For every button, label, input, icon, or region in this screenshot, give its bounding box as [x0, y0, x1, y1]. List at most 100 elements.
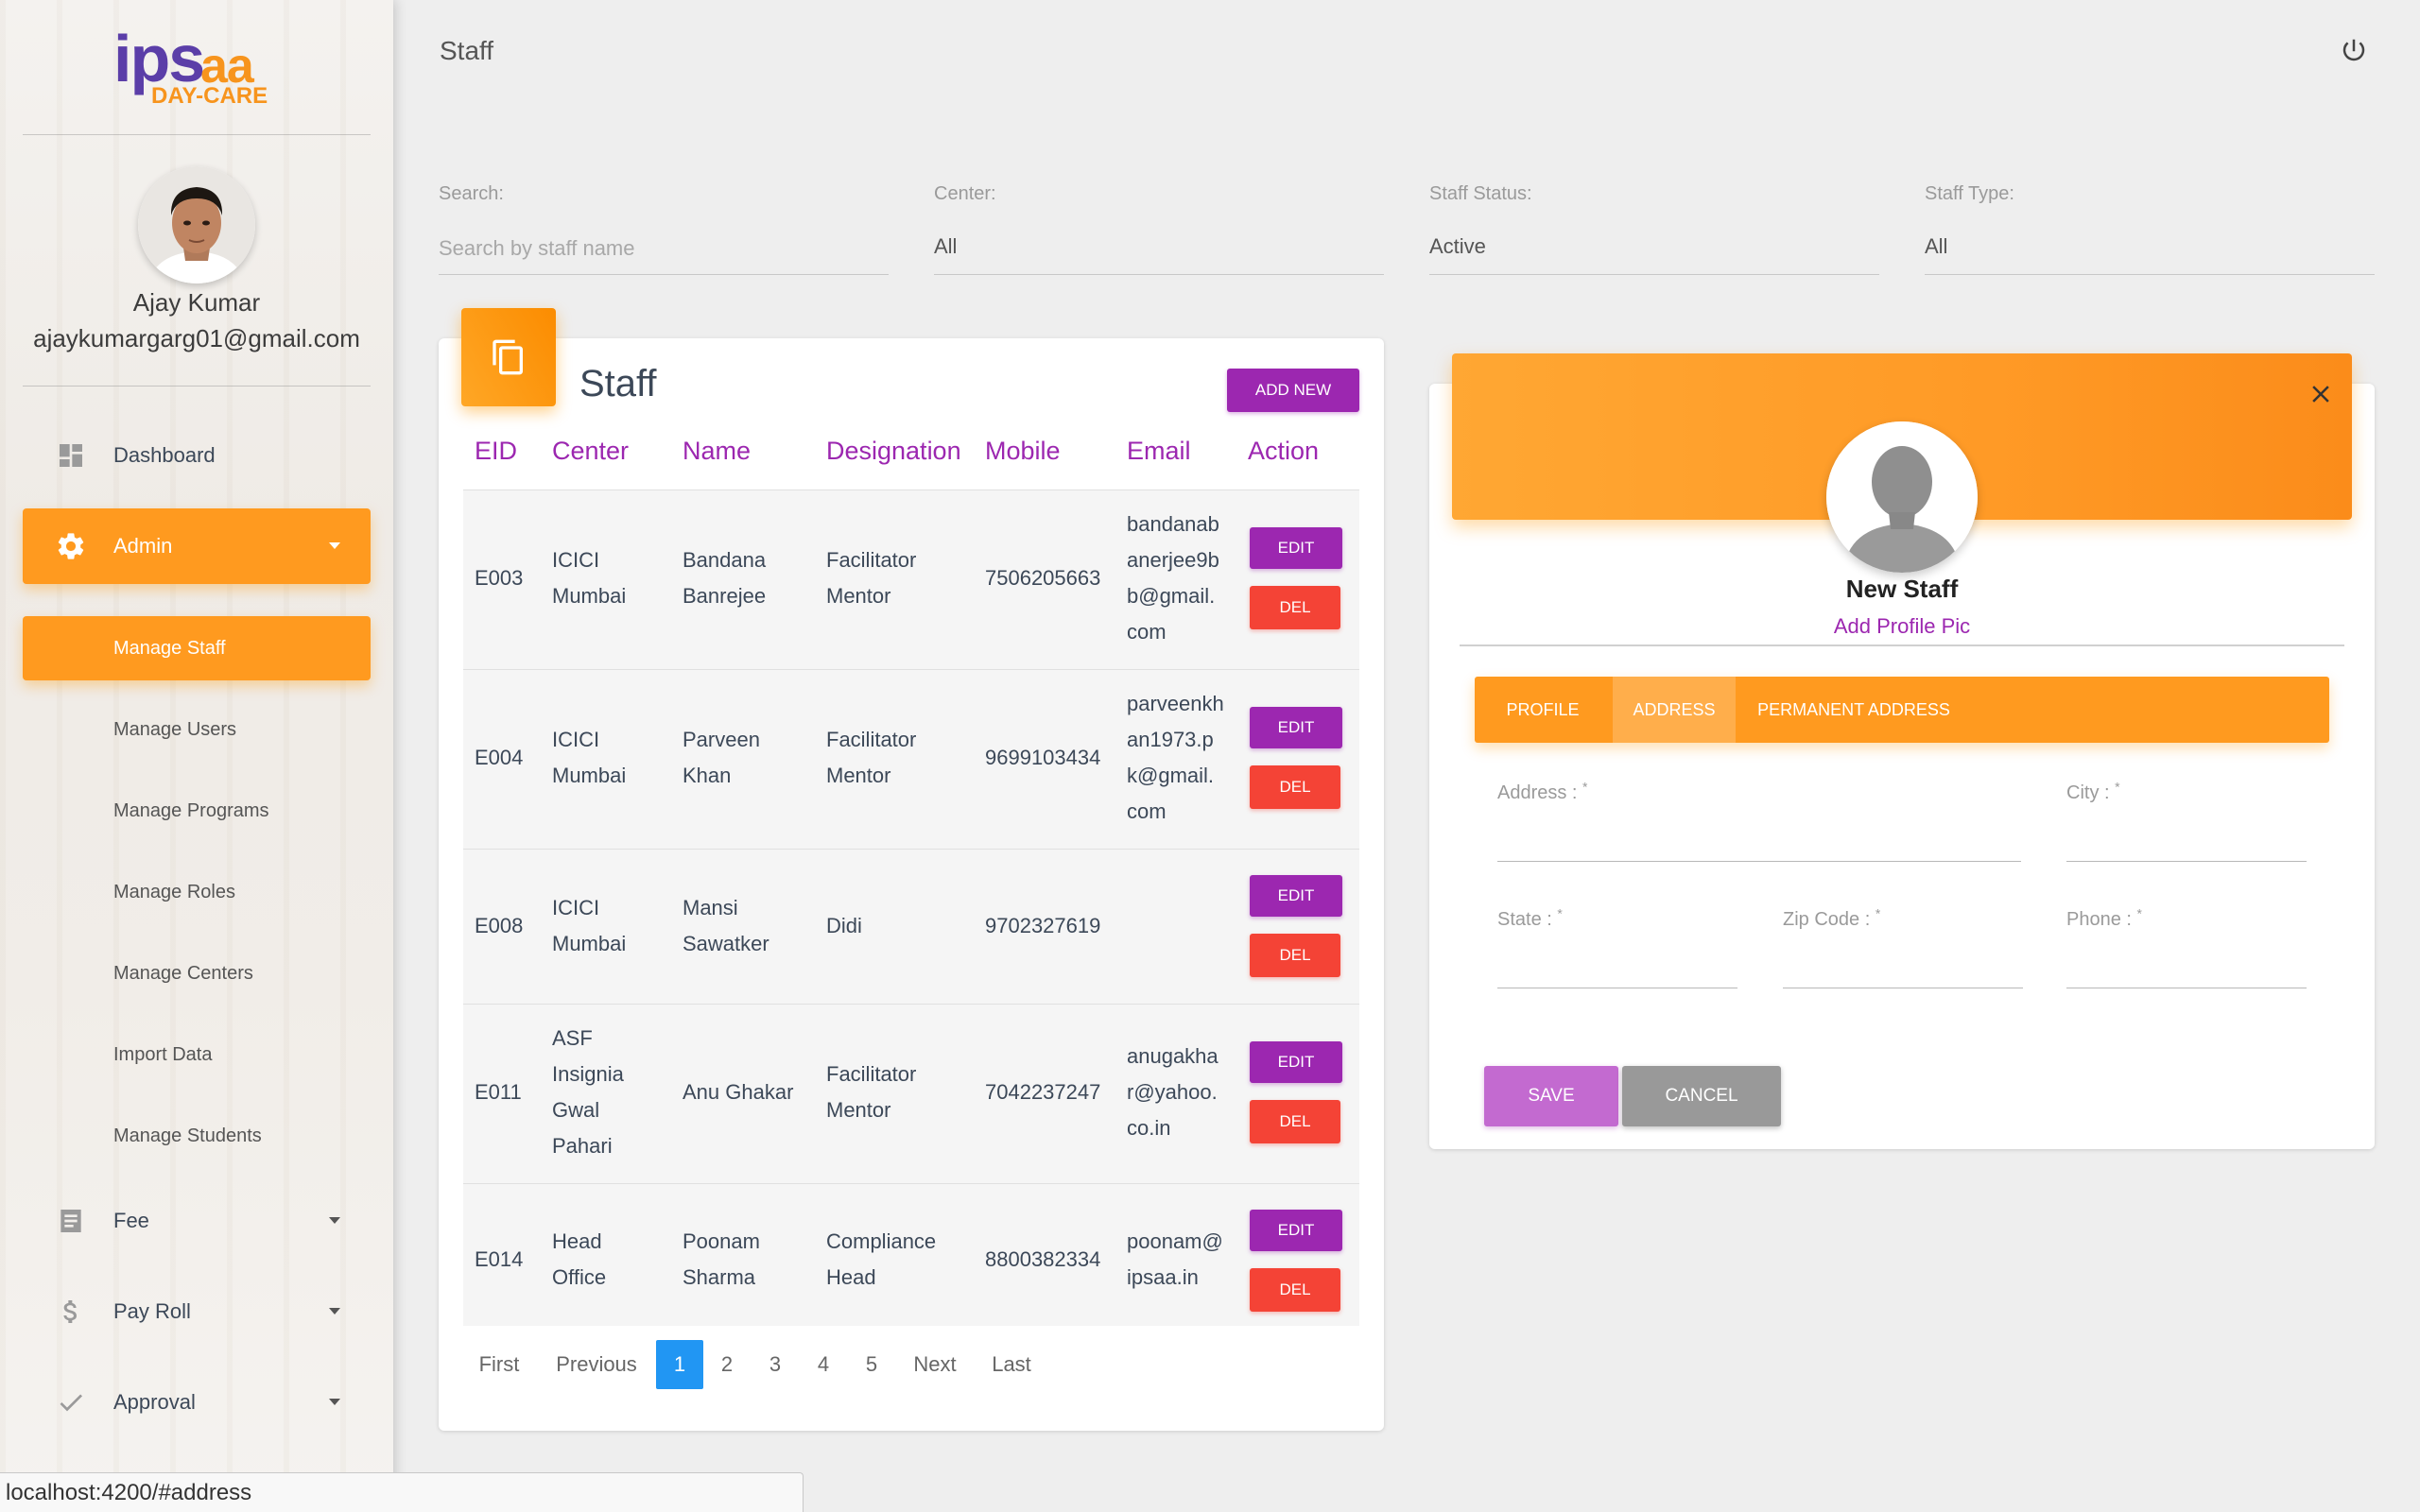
cell-designation: Facilitator Mentor	[826, 728, 917, 787]
sidebar-item-dashboard[interactable]: Dashboard	[23, 418, 371, 493]
zip-code-label: Zip Code : *	[1783, 905, 1881, 930]
pagination-next[interactable]: Next	[904, 1340, 966, 1389]
status-select[interactable]: Active	[1429, 234, 1486, 259]
type-select[interactable]: All	[1925, 234, 1947, 259]
pagination-previous[interactable]: Previous	[546, 1340, 647, 1389]
column-header-mobile[interactable]: Mobile	[985, 437, 1061, 466]
column-header-eid[interactable]: EID	[475, 437, 517, 466]
check-icon	[49, 1381, 93, 1424]
column-header-action: Action	[1248, 437, 1320, 465]
cell-name: Mansi Sawatker	[683, 896, 769, 955]
edit-button[interactable]: EDIT	[1250, 875, 1342, 917]
search-input[interactable]: Search by staff name	[439, 236, 635, 261]
address-label: Address : *	[1497, 779, 1588, 803]
state-field[interactable]: State : *	[1497, 905, 1737, 988]
row-divider	[463, 849, 1359, 850]
status-underline	[1429, 274, 1879, 275]
address-field[interactable]: Address : *	[1497, 779, 2021, 862]
sidebar-subitem-manage-students[interactable]: Manage Students	[23, 1104, 371, 1168]
column-header-center[interactable]: Center	[552, 437, 629, 466]
receipt-icon	[49, 1199, 93, 1243]
tab-permanent-address[interactable]: PERMANENT ADDRESS	[1736, 677, 1972, 743]
sidebar-subitem-import-data[interactable]: Import Data	[23, 1022, 371, 1087]
delete-button[interactable]: DEL	[1250, 586, 1340, 629]
city-field[interactable]: City : *	[2066, 779, 2307, 862]
chevron-down-icon	[329, 1217, 340, 1224]
sidebar-subitem-manage-roles[interactable]: Manage Roles	[23, 860, 371, 924]
pagination-page-4[interactable]: 4	[804, 1340, 843, 1389]
chevron-down-icon	[329, 1308, 340, 1314]
center-underline	[934, 274, 1384, 275]
cell-center: Head Office	[552, 1229, 607, 1289]
cell-mobile: 7506205663	[985, 566, 1101, 590]
cell-email: anugakha r@yahoo. co.in	[1127, 1044, 1219, 1140]
cell-name: Parveen Khan	[683, 728, 760, 787]
profile-avatar-placeholder[interactable]	[1826, 421, 1978, 573]
delete-button[interactable]: DEL	[1250, 1100, 1340, 1143]
pagination-last[interactable]: Last	[983, 1340, 1040, 1389]
column-header-name[interactable]: Name	[683, 437, 751, 466]
dollar-icon	[49, 1290, 93, 1333]
user-name: Ajay Kumar	[132, 288, 261, 317]
zip-code-field[interactable]: Zip Code : *	[1783, 905, 2023, 988]
sidebar-item-admin[interactable]: Admin	[23, 508, 371, 584]
edit-button[interactable]: EDIT	[1250, 707, 1342, 748]
sidebar-item-approval[interactable]: Approval	[23, 1365, 371, 1440]
edit-button[interactable]: EDIT	[1250, 1210, 1342, 1251]
sidebar-item-fee[interactable]: Fee	[23, 1183, 371, 1259]
cell-mobile: 9702327619	[985, 914, 1101, 937]
profile-divider	[1460, 644, 2344, 646]
pagination-first[interactable]: First	[469, 1340, 529, 1389]
sidebar-subitem-manage-centers[interactable]: Manage Centers	[23, 941, 371, 1005]
chevron-down-icon	[329, 1399, 340, 1405]
state-label: State : *	[1497, 905, 1563, 930]
cell-eid: E008	[475, 914, 524, 937]
cell-eid: E014	[475, 1247, 524, 1271]
search-filter: Search: Search by staff name	[439, 183, 889, 276]
type-filter: Staff Type: All	[1925, 183, 2375, 276]
tab-address[interactable]: ADDRESS	[1613, 677, 1736, 743]
cell-center: ICICI Mumbai	[552, 548, 627, 608]
cancel-button[interactable]: CANCEL	[1622, 1066, 1781, 1126]
cell-designation: Facilitator Mentor	[826, 548, 917, 608]
search-underline	[439, 274, 889, 275]
add-new-button[interactable]: ADD NEW	[1227, 369, 1359, 412]
sidebar-item-label: Admin	[113, 534, 173, 558]
cell-email: parveenkh an1973.p k@gmail. com	[1127, 692, 1224, 823]
status-filter: Staff Status: Active	[1429, 183, 1879, 276]
phone-field[interactable]: Phone : *	[2066, 905, 2307, 988]
pagination-page-2[interactable]: 2	[707, 1340, 747, 1389]
delete-button[interactable]: DEL	[1250, 1268, 1340, 1312]
delete-button[interactable]: DEL	[1250, 765, 1340, 809]
center-select[interactable]: All	[934, 234, 957, 259]
add-profile-pic-link[interactable]: Add Profile Pic	[1429, 614, 2375, 639]
cell-center: ASF Insignia Gwal Pahari	[552, 1026, 624, 1158]
save-button[interactable]: SAVE	[1484, 1066, 1618, 1126]
sidebar-item-payroll[interactable]: Pay Roll	[23, 1274, 371, 1349]
sidebar-subitem-manage-programs[interactable]: Manage Programs	[23, 779, 371, 843]
sidebar-subitem-manage-staff[interactable]: Manage Staff	[23, 616, 371, 680]
delete-button[interactable]: DEL	[1250, 934, 1340, 977]
pagination-page-5[interactable]: 5	[852, 1340, 891, 1389]
center-filter: Center: All	[934, 183, 1384, 276]
ipsaa-logo[interactable]: ips aa DAY-CARE	[113, 22, 279, 112]
pagination-page-1[interactable]: 1	[656, 1340, 703, 1389]
sidebar-item-label: Approval	[113, 1390, 196, 1414]
pagination-page-3[interactable]: 3	[755, 1340, 795, 1389]
tab-profile[interactable]: PROFILE	[1475, 677, 1611, 743]
cell-name: Bandana Banrejee	[683, 548, 767, 608]
search-label: Search:	[439, 183, 504, 204]
column-header-email[interactable]: Email	[1127, 437, 1191, 466]
sidebar-subitem-manage-users[interactable]: Manage Users	[23, 697, 371, 762]
avatar[interactable]	[138, 166, 255, 284]
close-icon[interactable]	[2307, 380, 2335, 408]
profile-tabs: PROFILE ADDRESS PERMANENT ADDRESS	[1475, 677, 2329, 743]
edit-button[interactable]: EDIT	[1250, 1041, 1342, 1083]
type-underline	[1925, 274, 2375, 275]
edit-button[interactable]: EDIT	[1250, 527, 1342, 569]
column-header-designation[interactable]: Designation	[826, 437, 961, 466]
phone-label: Phone : *	[2066, 905, 2142, 930]
power-icon[interactable]	[2340, 36, 2368, 64]
divider	[23, 386, 371, 387]
row-divider	[463, 669, 1359, 670]
